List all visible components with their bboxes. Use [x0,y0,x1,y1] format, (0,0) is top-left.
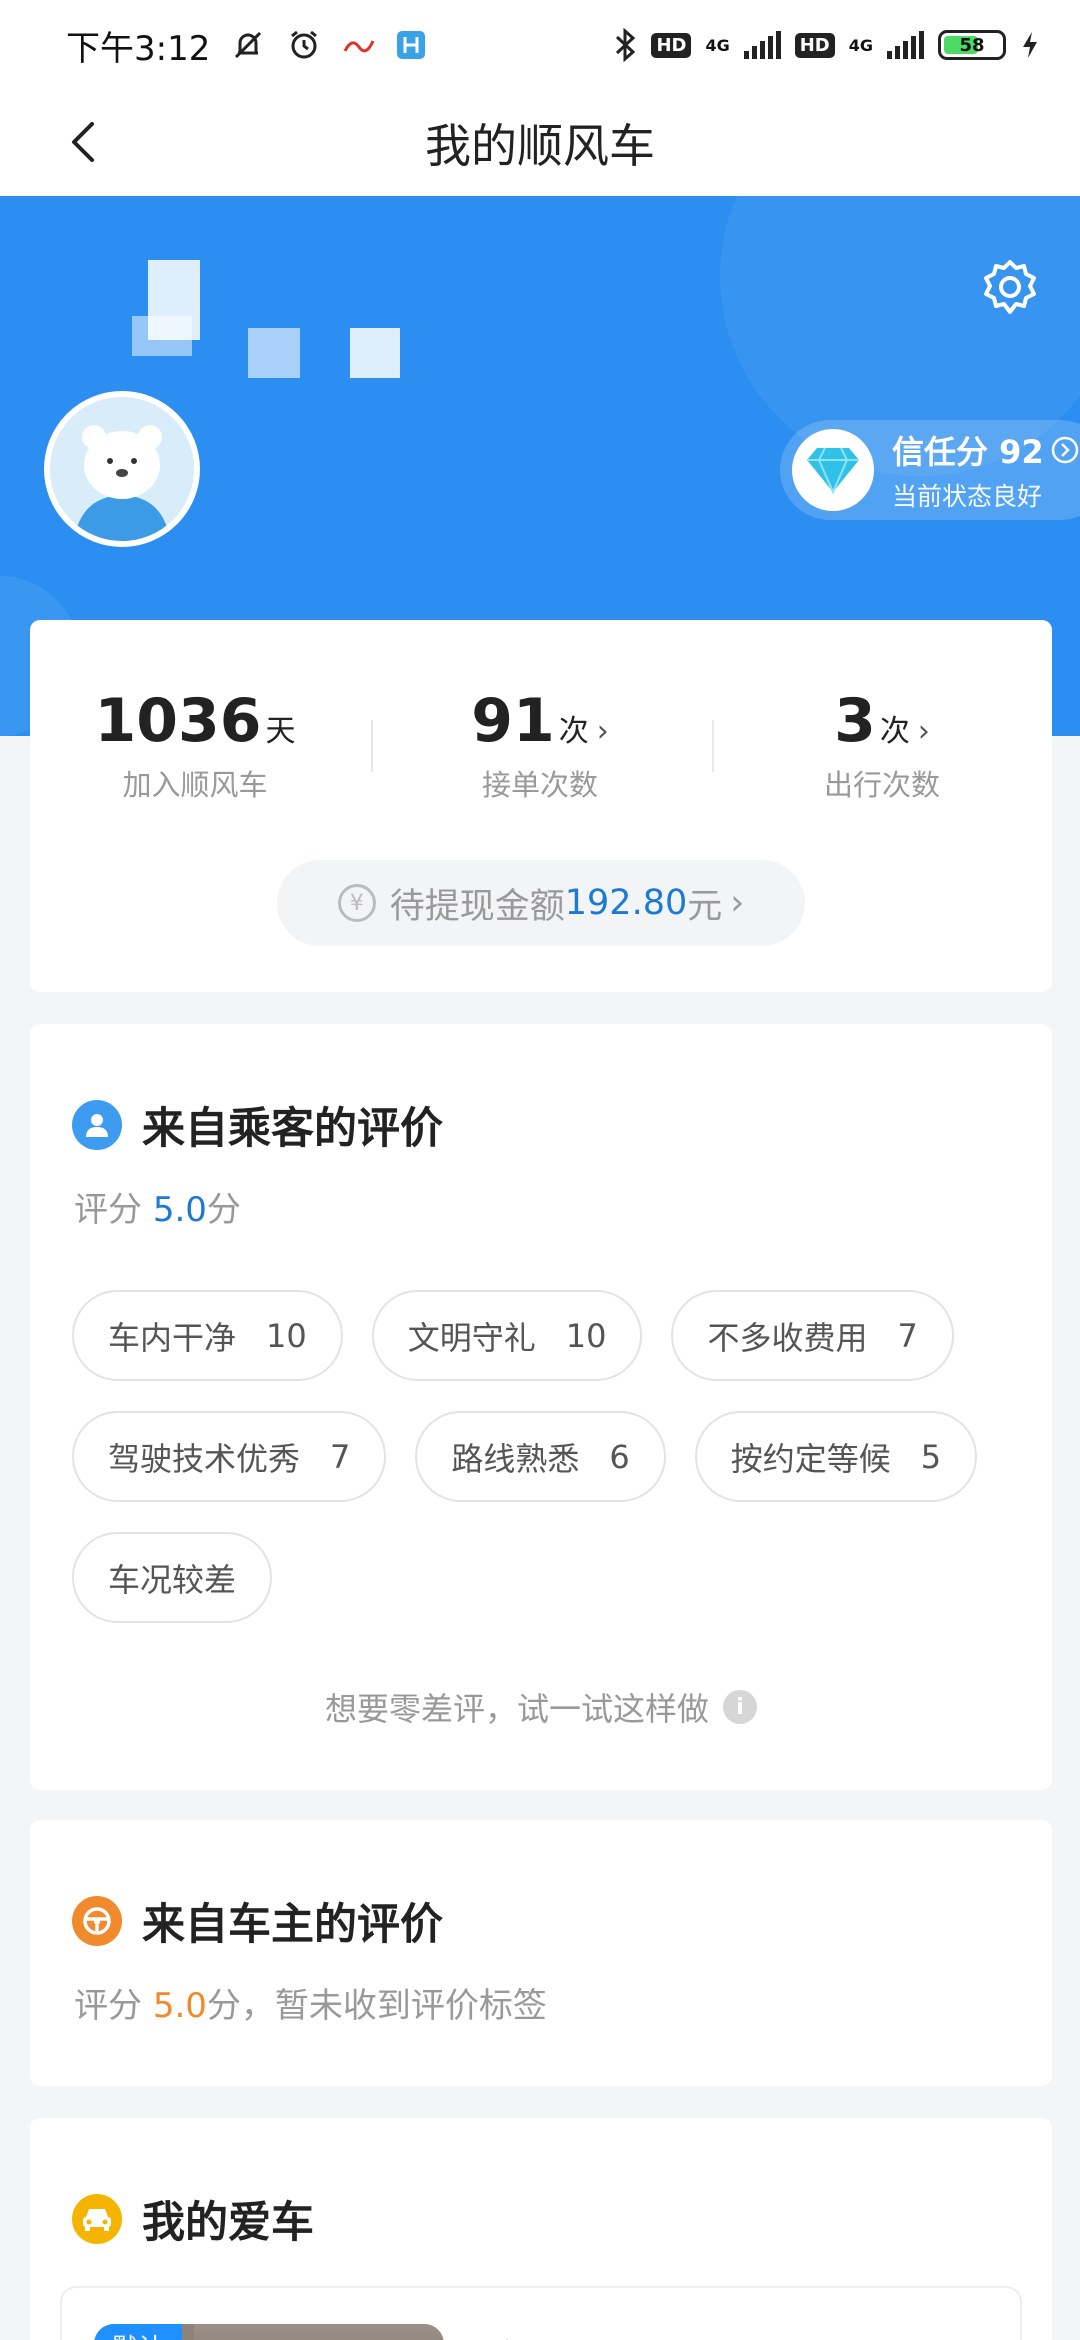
car-photo: 默认 [94,2324,444,2340]
settings-button[interactable] [978,256,1042,320]
tag-count: 10 [266,1316,307,1355]
bluetooth-icon [613,28,637,62]
trips-label: 出行次数 [823,768,940,802]
app-notification-icon [342,33,376,57]
score-value: 5.0 [152,1986,207,2026]
chevron-right-icon: › [596,714,609,749]
score-suffix: 分，暂未收到评价标签 [206,1986,547,2026]
chevron-right-circle-icon [1051,436,1078,464]
my-car-card: 我的爱车 默认 车 [30,2118,1052,2340]
diamond-icon [792,429,874,511]
review-tag[interactable]: 车况较差 [72,1532,273,1623]
score-value: 5.0 [152,1190,207,1230]
tag-label: 车况较差 [108,1560,237,1599]
tag-count: 6 [609,1437,630,1476]
driver-score: 评分 5.0分，暂未收到评价标签 [74,1978,547,2027]
trust-score-label: 信任分 92 [892,433,1044,471]
trips-value: 3 [834,686,876,756]
tag-count: 7 [330,1437,351,1476]
trust-status: 当前状态良好 [892,482,1043,511]
tag-label: 按约定等候 [730,1439,891,1478]
signal-icon [743,31,781,59]
tag-label: 路线熟悉 [451,1439,580,1478]
review-tag[interactable]: 不多收费用 7 [671,1290,954,1381]
tip-text: 想要零差评，试一试这样做 [324,1690,709,1728]
network-type-label: 4G [705,35,730,55]
review-tag[interactable]: 车内干净 10 [72,1290,343,1381]
score-prefix: 评分 [74,1190,153,1230]
chevron-right-icon: › [730,883,745,923]
default-badge: 默认 [94,2324,183,2340]
withdraw-unit: 元 [687,886,723,927]
status-bar: 下午3:12 HD 4G HD 4G 58 [0,0,1080,90]
tag-label: 不多收费用 [707,1318,868,1357]
review-tag-list: 车内干净 10 文明守礼 10 不多收费用 7 驾驶技术优秀 7 路线熟悉 6 按约定等候… [72,1290,1032,1623]
join-days-label: 加入顺风车 [122,768,268,802]
network-type-label: 4G [848,35,873,55]
page-title: 我的顺风车 [425,119,655,173]
review-tag[interactable]: 驾驶技术优秀 7 [72,1411,387,1502]
review-tag[interactable]: 按约定等候 5 [694,1411,978,1502]
status-time: 下午3:12 [66,28,211,69]
mute-notification-icon [230,27,266,63]
gear-icon [984,260,1036,314]
yen-icon: ¥ [337,884,376,922]
passenger-reviews-card: 来自乘客的评价 评分 5.0分 车内干净 10 文明守礼 10 不多收费用 7 驾驶技… [30,1024,1052,1790]
join-days-stat: 1036 天 加入顺风车 [45,686,345,804]
tag-label: 驾驶技术优秀 [108,1439,301,1478]
tag-count: 10 [565,1316,607,1355]
trust-score-badge[interactable]: 信任分 92 当前状态良好 [780,420,1080,520]
navigation-bar: 我的顺风车 [0,90,1080,196]
chevron-right-icon: › [917,714,930,749]
tag-label: 文明守礼 [407,1318,536,1357]
chevron-left-icon [72,122,94,162]
score-prefix: 评分 [74,1986,153,2026]
back-button[interactable] [54,112,114,172]
tag-label: 车内干净 [108,1318,237,1357]
avatar[interactable] [44,391,200,547]
withdraw-label: 待提现金额 [389,886,565,927]
alarm-icon [286,27,322,63]
orders-value: 91 [471,686,555,756]
passenger-score: 评分 5.0分 [74,1182,241,1231]
orders-unit: 次 [558,714,589,749]
steering-wheel-icon [72,1896,122,1946]
withdraw-balance-button[interactable]: ¥ 待提现金额 192.80 元 › [277,860,805,946]
join-days-unit: 天 [265,714,296,749]
section-title: 我的爱车 [142,2198,314,2248]
score-suffix: 分 [206,1190,241,1230]
battery-icon: 58 [938,30,1006,60]
car-item[interactable]: 默认 车 [60,2286,1022,2340]
review-tag[interactable]: 路线熟悉 6 [415,1411,666,1502]
charging-icon [1020,30,1040,60]
info-icon: i [723,1690,757,1724]
tag-count: 7 [897,1316,918,1355]
trips-unit: 次 [879,714,910,749]
stats-card: 1036 天 加入顺风车 91 次 › 接单次数 3 次 › 出行次数 ¥ 待提… [30,620,1052,992]
driver-reviews-card: 来自车主的评价 评分 5.0分，暂未收到评价标签 [30,1820,1052,2086]
hd-badge: HD [794,32,835,58]
join-days-value: 1036 [94,686,262,756]
polar-bear-avatar-icon [50,397,194,541]
orders-stat[interactable]: 91 次 › 接单次数 [390,686,690,804]
section-title: 来自车主的评价 [142,1900,443,1950]
zero-bad-review-tip[interactable]: 想要零差评，试一试这样做 i [30,1684,1052,1730]
car-icon [72,2194,122,2244]
review-tag[interactable]: 文明守礼 10 [371,1290,643,1381]
signal-icon [887,31,924,59]
section-title: 来自乘客的评价 [142,1104,443,1154]
tag-count: 5 [920,1437,942,1476]
withdraw-amount: 192.80 [564,883,688,923]
person-icon [72,1100,122,1150]
car-name: 车 [492,2328,530,2340]
hd-badge: HD [651,32,692,58]
app-h-icon [396,30,426,60]
orders-label: 接单次数 [481,768,598,802]
trips-stat[interactable]: 3 次 › 出行次数 [732,686,1032,804]
battery-level: 58 [959,34,985,56]
